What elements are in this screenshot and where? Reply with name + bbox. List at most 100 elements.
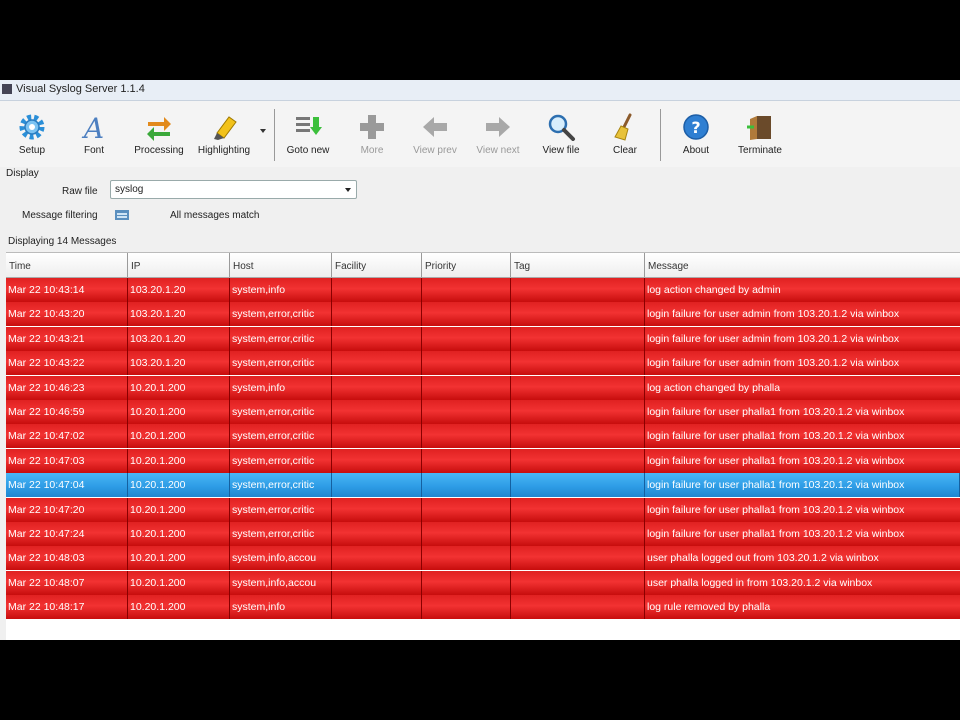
table-row[interactable]: Mar 22 10:48:03 10.20.1.200 system,info,ac… [6, 546, 960, 571]
cell-tag [511, 497, 645, 522]
view-prev-button[interactable]: View prev [403, 107, 467, 163]
more-button[interactable]: More [340, 107, 404, 163]
table-row[interactable]: Mar 22 10:43:21 103.20.1.20 system,error,c… [6, 326, 960, 351]
cell-host: system,error,critic [230, 522, 332, 546]
setup-button[interactable]: Setup [0, 107, 64, 163]
filter-icon[interactable] [115, 209, 129, 221]
view-file-button[interactable]: View file [529, 107, 593, 163]
toolbar-separator [660, 109, 661, 161]
view-next-button[interactable]: View next [466, 107, 530, 163]
cell-priority [422, 302, 511, 327]
cell-facility [332, 278, 422, 302]
terminate-label: Terminate [738, 145, 782, 156]
font-button[interactable]: A Font [62, 107, 126, 163]
cell-priority [422, 570, 511, 595]
table-row[interactable]: Mar 22 10:47:03 10.20.1.200 system,error,c… [6, 448, 960, 473]
cell-facility [332, 400, 422, 424]
more-label: More [360, 145, 384, 156]
app-window: Visual Syslog Server 1.1.4 Setup A Font … [0, 80, 960, 640]
view-next-label: View next [476, 145, 520, 156]
about-label: About [682, 145, 710, 156]
cell-priority [422, 326, 511, 351]
cell-facility [332, 424, 422, 449]
highlighting-label: Highlighting [197, 145, 251, 156]
table-header: Time IP Host Facility Priority Tag Messa… [6, 253, 960, 278]
cell-host: system,error,critic [230, 473, 332, 498]
setup-label: Setup [18, 145, 46, 156]
goto-new-icon [296, 117, 322, 135]
cell-message: log action changed by admin [647, 284, 781, 296]
cell-ip: 103.20.1.20 [128, 302, 230, 327]
table-row[interactable]: Mar 22 10:47:24 10.20.1.200 system,error,c… [6, 522, 960, 546]
cell-tag [511, 302, 645, 327]
cell-message: login failure for user phalla1 from 103.… [647, 406, 905, 418]
cell-host: system,error,critic [230, 424, 332, 449]
table-row[interactable]: Mar 22 10:48:07 10.20.1.200 system,info,ac… [6, 570, 960, 595]
cell-message: login failure for user phalla1 from 103.… [645, 473, 960, 498]
cell-priority [422, 546, 511, 571]
column-header-facility[interactable]: Facility [332, 253, 422, 277]
cell-time: Mar 22 10:43:21 [6, 326, 128, 351]
column-header-host[interactable]: Host [230, 253, 332, 277]
cell-host: system,info [230, 375, 332, 400]
highlighting-dropdown-arrow[interactable] [260, 129, 266, 133]
cell-facility [332, 351, 422, 376]
cell-ip: 10.20.1.200 [128, 546, 230, 571]
processing-icon [147, 117, 171, 141]
cell-time: Mar 22 10:46:23 [6, 375, 128, 400]
goto-new-button[interactable]: Goto new [276, 107, 340, 163]
column-header-ip[interactable]: IP [128, 253, 230, 277]
processing-label: Processing [134, 145, 184, 156]
cell-ip: 10.20.1.200 [128, 570, 230, 595]
cell-host: system,info,accou [230, 546, 332, 571]
highlighting-button[interactable]: Highlighting [192, 107, 256, 163]
cell-priority [422, 351, 511, 376]
cell-facility [332, 497, 422, 522]
table-row[interactable]: Mar 22 10:46:23 10.20.1.200 system,info log… [6, 375, 960, 400]
cell-priority [422, 522, 511, 546]
cell-priority [422, 473, 511, 498]
raw-file-select[interactable]: syslog [110, 180, 357, 199]
chevron-down-icon [345, 188, 351, 192]
cell-priority [422, 424, 511, 449]
clear-label: Clear [613, 145, 637, 156]
cell-priority [422, 375, 511, 400]
processing-button[interactable]: Processing [127, 107, 191, 163]
filter-status: All messages match [170, 210, 260, 221]
font-icon: A [81, 113, 104, 141]
cell-time: Mar 22 10:43:14 [6, 278, 128, 302]
column-header-message[interactable]: Message [645, 253, 960, 277]
table-row[interactable]: Mar 22 10:47:04 10.20.1.200 system,error,c… [6, 473, 960, 498]
cell-message: login failure for user phalla1 from 103.… [647, 528, 905, 540]
cell-tag [511, 448, 645, 473]
table-row[interactable]: Mar 22 10:43:20 103.20.1.20 system,error,c… [6, 302, 960, 327]
cell-ip: 10.20.1.200 [128, 497, 230, 522]
column-header-tag[interactable]: Tag [511, 253, 645, 277]
cell-message: login failure for user admin from 103.20… [647, 332, 900, 345]
font-label: Font [83, 145, 104, 156]
table-row[interactable]: Mar 22 10:43:14 103.20.1.20 system,info log… [6, 278, 960, 302]
cell-host: system,info,accou [230, 570, 332, 595]
column-header-time[interactable]: Time [6, 253, 128, 277]
cell-tag [511, 570, 645, 595]
view-prev-label: View prev [413, 145, 457, 156]
table-row[interactable]: Mar 22 10:46:59 10.20.1.200 system,error,c… [6, 400, 960, 424]
cell-message: log rule removed by phalla [647, 601, 771, 614]
table-row[interactable]: Mar 22 10:47:02 10.20.1.200 system,error,c… [6, 424, 960, 449]
clear-button[interactable]: Clear [593, 107, 657, 163]
cell-message: login failure for user phalla1 from 103.… [647, 454, 905, 467]
cell-priority [422, 448, 511, 473]
cell-tag [511, 595, 645, 620]
terminate-button[interactable]: Terminate [728, 107, 792, 163]
table-row[interactable]: Mar 22 10:43:22 103.20.1.20 system,error,c… [6, 351, 960, 376]
cell-tag [511, 522, 645, 546]
cell-ip: 103.20.1.20 [128, 278, 230, 302]
cell-tag [511, 473, 645, 498]
cell-time: Mar 22 10:46:59 [6, 400, 128, 424]
cell-tag [511, 546, 645, 571]
cell-ip: 10.20.1.200 [128, 522, 230, 546]
column-header-priority[interactable]: Priority [422, 253, 511, 277]
table-row[interactable]: Mar 22 10:48:17 10.20.1.200 system,info log… [6, 595, 960, 620]
table-row[interactable]: Mar 22 10:47:20 10.20.1.200 system,error,c… [6, 497, 960, 522]
about-button[interactable]: ? About [664, 107, 728, 163]
